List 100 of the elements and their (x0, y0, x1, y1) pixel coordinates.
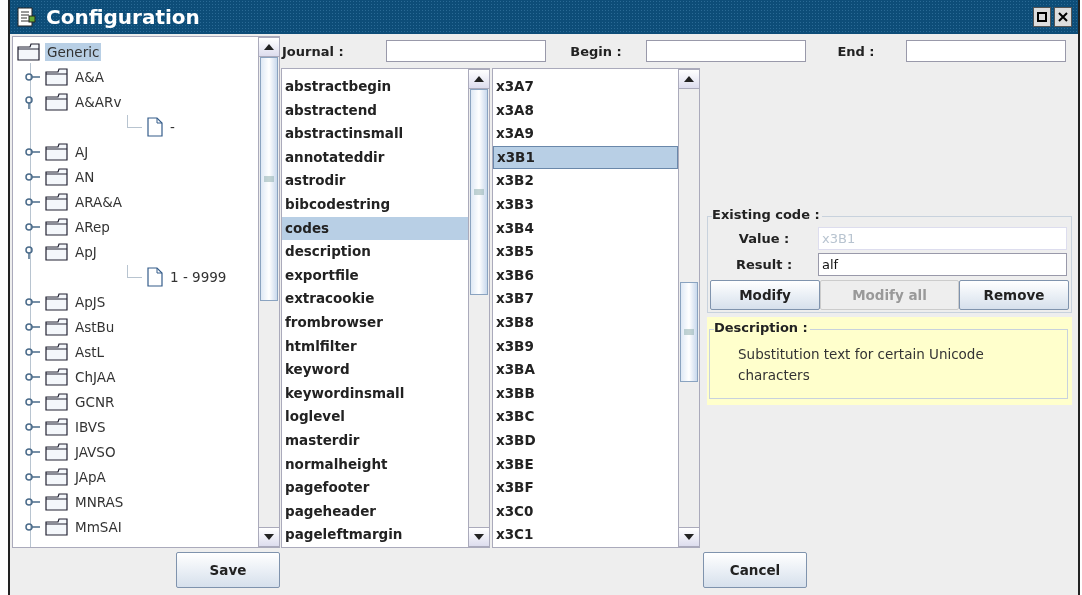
list-item[interactable]: x3B8 (493, 310, 678, 335)
filter-label: Begin : (569, 43, 623, 59)
list-item[interactable]: x3B7 (493, 287, 678, 311)
list-item[interactable]: x3B4 (493, 216, 678, 241)
list-item[interactable]: x3B5 (493, 240, 678, 264)
list-item[interactable]: x3B1 (493, 145, 678, 170)
folder-icon (45, 67, 69, 86)
tree-item[interactable]: - (168, 117, 177, 136)
list-item[interactable]: abstractend (282, 98, 468, 123)
tree-item[interactable]: Generic (45, 42, 102, 61)
up-arrow-icon[interactable] (474, 76, 484, 82)
folder-icon (45, 467, 69, 486)
list-item[interactable]: pageleftmargin (282, 523, 468, 547)
list-item[interactable]: x3A8 (493, 98, 678, 123)
list-item[interactable]: pagefooter (282, 476, 468, 500)
field-label: Value : (737, 230, 791, 246)
tree-item[interactable]: ChJAA (73, 367, 118, 386)
folder-icon (45, 167, 69, 186)
list-item[interactable]: abstractbegin (282, 75, 468, 99)
list-item[interactable]: x3BB (493, 381, 678, 406)
filter-field[interactable] (386, 40, 546, 62)
tree-item[interactable]: GCNR (73, 392, 117, 411)
folder-icon (45, 342, 69, 361)
list-item[interactable]: normalheight (282, 452, 468, 477)
tree-item[interactable]: MNRAS (73, 492, 126, 511)
list-item[interactable]: x3BE (493, 452, 678, 477)
tree-item[interactable]: ApJ (73, 242, 99, 261)
list-item[interactable]: x3A7 (493, 75, 678, 99)
list-item[interactable]: x3BF (493, 476, 678, 500)
tree-item[interactable]: A&A (73, 67, 106, 86)
list-item[interactable]: htmlfilter (282, 334, 468, 359)
list-item[interactable]: x3B9 (493, 334, 678, 359)
list-item[interactable]: x3BD (493, 428, 678, 453)
tree-item[interactable]: AJ (73, 142, 91, 161)
list-item[interactable]: annotateddir (282, 145, 468, 170)
folder-icon (45, 367, 69, 386)
field-label: Result : (734, 256, 794, 272)
tree-item[interactable]: AstBu (73, 317, 117, 336)
group-title: Existing code : (712, 207, 822, 222)
tree-item[interactable]: ARA&A (73, 192, 125, 211)
cancel-button[interactable]: Cancel (703, 552, 807, 588)
tree-item[interactable]: ApJS (73, 292, 108, 311)
up-arrow-icon[interactable] (684, 76, 694, 82)
scrollbar[interactable] (678, 69, 699, 547)
up-arrow-icon[interactable] (264, 44, 274, 50)
text-field[interactable]: alf (818, 252, 1067, 276)
list-item[interactable]: loglevel (282, 405, 468, 429)
list-item[interactable]: codes (282, 216, 468, 241)
tree-item[interactable]: ARep (73, 217, 112, 236)
folder-icon (45, 317, 69, 336)
tree-item[interactable]: AstL (73, 342, 107, 361)
save-button[interactable]: Save (176, 552, 280, 588)
folder-icon (45, 417, 69, 436)
down-arrow-icon[interactable] (684, 534, 694, 540)
filter-field[interactable] (906, 40, 1066, 62)
list-item[interactable]: bibcodestring (282, 192, 468, 217)
scrollbar[interactable] (258, 37, 279, 547)
list-item[interactable]: x3C1 (493, 523, 678, 547)
tree-item[interactable]: 1 - 9999 (168, 267, 229, 286)
list-item[interactable]: description (282, 240, 468, 264)
tree-item[interactable]: AN (73, 167, 97, 186)
list-item[interactable]: x3BA (493, 358, 678, 382)
tree-item[interactable]: A&ARv (73, 92, 124, 111)
folder-icon (45, 392, 69, 411)
list-item[interactable]: keyword (282, 358, 468, 382)
list-item[interactable]: extracookie (282, 287, 468, 311)
folder-icon (45, 92, 69, 111)
list-item[interactable]: pageheader (282, 499, 468, 524)
tree-item[interactable]: IBVS (73, 417, 108, 436)
action-button[interactable]: Modify (710, 280, 821, 310)
folder-icon (45, 192, 69, 211)
list-item[interactable]: x3B6 (493, 263, 678, 288)
down-arrow-icon[interactable] (264, 534, 274, 540)
list-item[interactable]: x3C0 (493, 499, 678, 524)
tree-item[interactable]: MmSAI (73, 517, 124, 536)
list-item[interactable]: keywordinsmall (282, 381, 468, 406)
folder-icon (45, 517, 69, 536)
list-item[interactable]: x3B2 (493, 169, 678, 193)
filter-field[interactable] (646, 40, 806, 62)
list-item[interactable]: x3A9 (493, 122, 678, 146)
group-title: Description : (714, 320, 810, 335)
list-item[interactable]: frombrowser (282, 310, 468, 335)
list-item[interactable]: astrodir (282, 169, 468, 193)
file-icon (146, 266, 164, 287)
close-button[interactable] (1054, 7, 1072, 27)
action-button[interactable]: Remove (958, 280, 1069, 310)
list-item[interactable]: exportfile (282, 263, 468, 288)
folder-icon (17, 42, 41, 61)
list-item[interactable]: x3BC (493, 405, 678, 429)
folder-icon (45, 492, 69, 511)
scrollbar[interactable] (468, 69, 489, 547)
list-item[interactable]: abstractinsmall (282, 122, 468, 146)
list-item[interactable]: x3B3 (493, 192, 678, 217)
down-arrow-icon[interactable] (474, 534, 484, 540)
list-item[interactable]: masterdir (282, 428, 468, 453)
tree-item[interactable]: JApA (73, 467, 108, 486)
maximize-button[interactable] (1033, 7, 1051, 27)
description-text: Substitution text for certain Unicode characters (738, 345, 985, 385)
folder-icon (45, 217, 69, 236)
tree-item[interactable]: JAVSO (73, 442, 118, 461)
